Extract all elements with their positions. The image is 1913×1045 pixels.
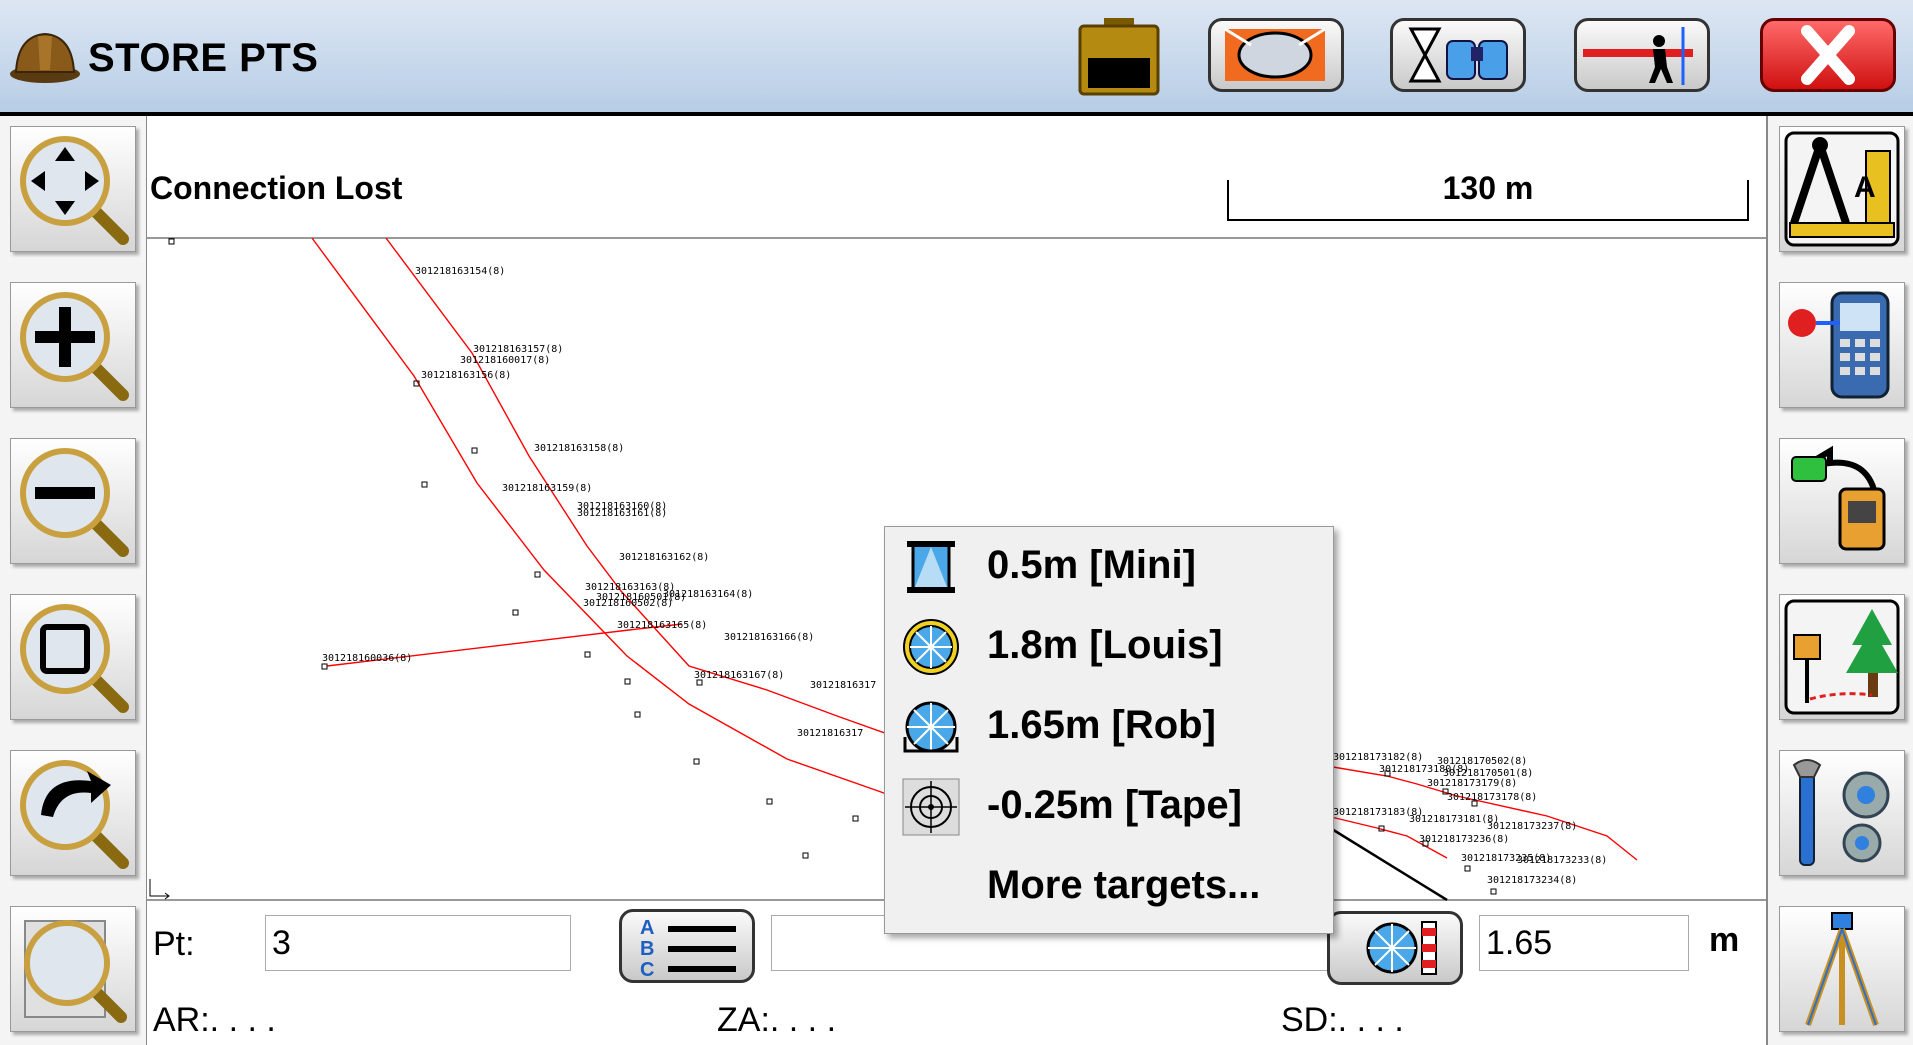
zoom-out-button[interactable] [10,438,136,564]
prism-blue-icon [901,697,961,757]
svg-text:B: B [640,938,654,960]
data-collector-icon [1788,291,1890,399]
point-label: 301218173179(8) [1427,778,1517,789]
za-readout: ZA:. . . . [717,1001,837,1039]
point-label: 301218173237(8) [1487,821,1577,832]
menu-item-mini[interactable]: 0.5m [Mini] [885,527,1333,607]
prism-yellow-icon [901,617,961,677]
svg-text:A: A [640,917,654,939]
height-unit: m [1709,921,1740,959]
zoom-in-button[interactable] [10,282,136,408]
settings-button[interactable] [1779,750,1905,876]
point-label: 30121816317 [810,680,876,691]
point-label: 30121816317 [797,728,863,739]
point-label: 301218163156(8) [421,370,511,381]
prism-target-icon [1366,921,1437,975]
target-view-button[interactable] [1208,18,1344,92]
point-label: 301218173236(8) [1419,834,1509,845]
battery-icon[interactable] [1078,16,1160,96]
point-label: 301218163165(8) [617,620,707,631]
north-arrow-icon [149,879,170,900]
target-height-input[interactable]: 1.65 [1479,915,1689,971]
record-data-button[interactable] [1779,282,1905,408]
measure-button[interactable] [1574,18,1710,92]
point-number-input[interactable]: 3 [265,915,571,971]
point-label: 301218173234(8) [1487,875,1577,886]
point-label: 301218163162(8) [619,552,709,563]
point-label: 301218160036(8) [322,653,412,664]
zoom-previous-icon [20,760,129,869]
menu-item-rob[interactable]: 1.65m [Rob] [885,687,1333,767]
cogo-button[interactable]: A [1779,126,1905,252]
ar-readout: AR:. . . . [153,1001,276,1039]
close-icon [1801,25,1855,85]
scale-bar-label: 130 m [1442,170,1534,206]
mini-prism-icon [901,537,961,597]
point-label: 301218163166(8) [724,632,814,643]
point-label: 301218160501(8) [596,592,686,603]
point-label-text: Pt: [153,925,195,963]
app-title: STORE PTS [88,36,319,80]
pan-magnifier-icon [20,136,129,245]
svg-text:C: C [640,959,654,980]
drafting-compass-icon: A [1784,131,1900,247]
zoom-all-button[interactable] [10,906,136,1032]
point-label: 301218173182(8) [1333,752,1423,763]
rotate-instrument-button[interactable] [1779,438,1905,564]
instrument-setup-button[interactable] [1779,906,1905,1032]
left-toolbar [0,116,148,1045]
connection-status: Connection Lost [150,170,403,206]
zoom-window-button[interactable] [10,594,136,720]
gear-wrench-icon [1792,759,1890,866]
tape-target-icon [901,777,961,837]
point-label: 301218173180(8) [1379,764,1469,775]
binoculars-icon [1408,27,1508,83]
menu-item-more-targets[interactable]: More targets... [885,847,1333,927]
menu-item-label: 1.65m [Rob] [987,703,1216,747]
stakeout-tree-icon [1784,599,1900,715]
point-label: 301218160017(8) [460,355,550,366]
search-point-button[interactable] [1390,18,1526,92]
point-label: 301218173233(8) [1517,855,1607,866]
zoom-window-icon [20,604,129,713]
menu-item-label: More targets... [987,863,1261,907]
zoom-out-icon [20,448,129,557]
total-station-rotate-icon [1791,445,1886,551]
zoom-extents-icon [24,920,127,1023]
point-label: 301218163157(8) [473,344,563,355]
point-label: 301218163161(8) [577,508,667,519]
point-label: 301218173181(8) [1409,814,1499,825]
surveyor-rod-icon [1583,27,1693,85]
target-height-menu: 0.5m [Mini] 1.8m [Louis] 1.65m [Rob] -0.… [884,526,1334,934]
point-label: 301218173178(8) [1447,792,1537,803]
point-label: 301218163154(8) [415,266,505,277]
menu-item-louis[interactable]: 1.8m [Louis] [885,607,1333,687]
abc-list-icon: A B C [640,917,736,981]
svg-text:A: A [1854,171,1876,204]
stakeout-button[interactable] [1779,594,1905,720]
point-label: 301218163167(8) [694,670,784,681]
menu-item-tape[interactable]: -0.25m [Tape] [885,767,1333,847]
right-toolbar: A [1766,116,1913,1045]
menu-item-label: -0.25m [Tape] [987,783,1242,827]
sd-readout: SD:. . . . [1281,1001,1404,1039]
hard-hat-icon [8,26,82,91]
point-label: 301218163159(8) [502,483,592,494]
target-ellipse-icon [1224,27,1326,81]
pan-zoom-button[interactable] [10,126,136,252]
title-bar: STORE PTS [0,0,1913,116]
point-label: 301218163158(8) [534,443,624,454]
zoom-in-icon [20,292,129,401]
target-select-button[interactable] [1327,911,1463,985]
zoom-previous-button[interactable] [10,750,136,876]
tripod-icon [1805,912,1879,1027]
close-button[interactable] [1760,18,1896,92]
menu-item-label: 0.5m [Mini] [987,543,1196,587]
description-list-button[interactable]: A B C [619,909,755,983]
menu-item-label: 1.8m [Louis] [987,623,1223,667]
